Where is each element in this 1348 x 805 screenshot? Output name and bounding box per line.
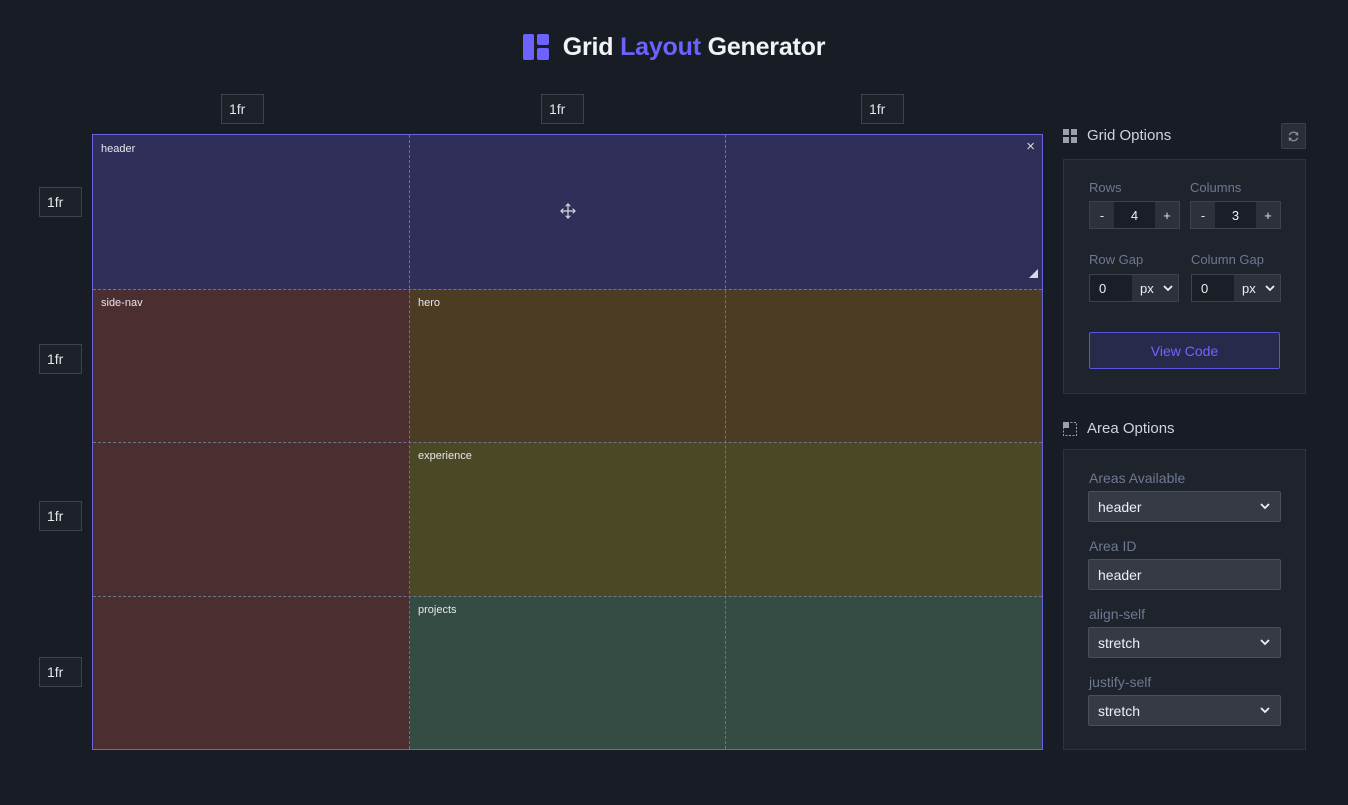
area-label-hero: hero: [418, 297, 441, 309]
column-gap-unit-value: px: [1242, 280, 1256, 296]
area-label-side-nav: side-nav: [101, 297, 143, 309]
row-gap-field: 0 px: [1089, 274, 1179, 302]
chevron-down-icon: [1265, 284, 1275, 291]
areas-available-select[interactable]: header: [1088, 491, 1281, 522]
move-icon[interactable]: [559, 202, 577, 220]
refresh-icon: [1288, 131, 1299, 141]
justify-self-value: stretch: [1098, 702, 1141, 719]
areas-available-label: Areas Available: [1089, 470, 1186, 486]
chevron-down-icon: [1163, 284, 1173, 291]
row-gap-label: Row Gap: [1089, 252, 1144, 267]
grid-options-panel: Rows - 4 + Columns - 3 + Row Gap 0 px Co…: [1063, 159, 1306, 394]
rows-label: Rows: [1089, 180, 1122, 195]
resize-handle-icon[interactable]: [1029, 269, 1038, 278]
grid-area-header[interactable]: header ×: [93, 135, 1042, 289]
column-gap-input[interactable]: 0: [1192, 275, 1234, 301]
title-part-2: Generator: [707, 32, 826, 61]
areas-available-value: header: [1098, 498, 1142, 515]
align-self-select[interactable]: stretch: [1088, 627, 1281, 658]
area-options-header: Area Options: [1063, 420, 1175, 437]
column-size-input-3[interactable]: 1fr: [861, 94, 904, 124]
chevron-down-icon: [1260, 639, 1270, 646]
area-id-label: Area ID: [1089, 538, 1137, 554]
area-label-experience: experience: [418, 450, 472, 462]
title-accent: Layout: [620, 32, 701, 61]
area-id-input[interactable]: header: [1088, 559, 1281, 590]
column-gap-unit-select[interactable]: px: [1234, 275, 1280, 301]
column-gap-field: 0 px: [1191, 274, 1281, 302]
columns-increment-button[interactable]: +: [1256, 202, 1280, 228]
rows-stepper: - 4 +: [1089, 201, 1180, 229]
page-title: Grid Layout Generator: [563, 33, 826, 62]
column-gap-label: Column Gap: [1191, 252, 1264, 267]
columns-label: Columns: [1190, 180, 1242, 195]
area-options-panel: Areas Available header Area ID header al…: [1063, 449, 1306, 750]
columns-value[interactable]: 3: [1215, 202, 1256, 228]
rows-increment-button[interactable]: +: [1155, 202, 1179, 228]
area-options-icon: [1063, 421, 1077, 436]
grid-area-projects[interactable]: projects: [410, 596, 1042, 749]
columns-stepper: - 3 +: [1190, 201, 1281, 229]
title-part-1: Grid: [562, 32, 614, 61]
grid-area-experience[interactable]: experience: [410, 442, 1042, 596]
area-label-projects: projects: [418, 604, 457, 616]
justify-self-select[interactable]: stretch: [1088, 695, 1281, 726]
close-icon[interactable]: ×: [1026, 138, 1035, 155]
grid-canvas[interactable]: header × side-nav hero experience projec…: [92, 134, 1043, 750]
columns-decrement-button[interactable]: -: [1191, 202, 1215, 228]
row-size-input-2[interactable]: 1fr: [39, 344, 82, 374]
grid-options-title: Grid Options: [1087, 127, 1172, 144]
grid-layout-icon: [522, 34, 549, 60]
rows-decrement-button[interactable]: -: [1090, 202, 1114, 228]
grid-area-side-nav[interactable]: side-nav: [93, 289, 410, 749]
column-size-input-1[interactable]: 1fr: [221, 94, 264, 124]
grid-area-hero[interactable]: hero: [410, 289, 1042, 442]
view-code-button[interactable]: View Code: [1089, 332, 1280, 369]
align-self-value: stretch: [1098, 634, 1141, 651]
grid-line-row-2: [93, 442, 1042, 443]
grid-options-header: Grid Options: [1063, 127, 1171, 144]
row-size-input-4[interactable]: 1fr: [39, 657, 82, 687]
grid-options-icon: [1063, 128, 1077, 143]
row-size-input-3[interactable]: 1fr: [39, 501, 82, 531]
column-size-input-2[interactable]: 1fr: [541, 94, 584, 124]
grid-line-row-3: [93, 596, 1042, 597]
justify-self-label: justify-self: [1089, 674, 1152, 690]
refresh-button[interactable]: [1281, 123, 1306, 149]
grid-line-row-1: [93, 289, 1042, 290]
row-gap-input[interactable]: 0: [1090, 275, 1132, 301]
app-title: Grid Layout Generator: [0, 30, 1348, 64]
align-self-label: align-self: [1089, 606, 1146, 622]
area-options-title: Area Options: [1087, 420, 1175, 437]
chevron-down-icon: [1260, 707, 1270, 714]
row-gap-unit-value: px: [1140, 280, 1154, 296]
row-gap-unit-select[interactable]: px: [1132, 275, 1178, 301]
row-size-input-1[interactable]: 1fr: [39, 187, 82, 217]
chevron-down-icon: [1260, 503, 1270, 510]
area-label-header: header: [101, 143, 136, 155]
rows-value[interactable]: 4: [1114, 202, 1155, 228]
